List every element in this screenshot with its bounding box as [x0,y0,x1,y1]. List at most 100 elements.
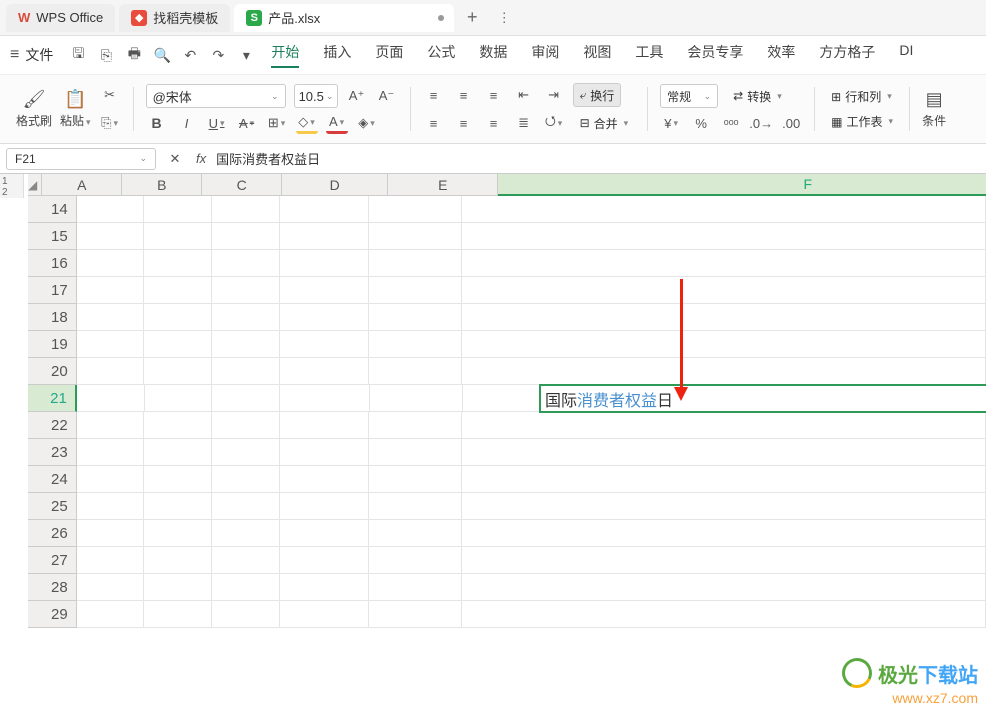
cell[interactable] [369,466,462,493]
row-header[interactable]: 15 [28,223,77,250]
cell[interactable] [369,412,462,439]
row-header[interactable]: 18 [28,304,77,331]
name-box[interactable]: F21⌄ [6,148,156,170]
undo-icon[interactable]: ↶ [179,44,201,66]
cell[interactable] [369,196,462,223]
tab-review[interactable]: 审阅 [531,42,559,68]
row-header[interactable]: 25 [28,493,77,520]
cell[interactable] [77,250,145,277]
cell[interactable] [212,223,280,250]
cell[interactable] [369,223,462,250]
currency-icon[interactable]: ¥▾ [660,112,682,134]
cell[interactable] [462,250,986,277]
cell[interactable] [280,331,370,358]
add-tab-button[interactable]: + [458,4,486,32]
fx-icon[interactable]: fx [196,151,206,166]
row-header[interactable]: 17 [28,277,77,304]
cell[interactable] [144,277,212,304]
cell[interactable] [280,439,370,466]
cell[interactable] [462,304,986,331]
font-color-button[interactable]: A▾ [326,112,348,134]
col-header-C[interactable]: C [202,174,282,196]
cell[interactable] [144,439,212,466]
cell[interactable] [212,358,280,385]
comma-icon[interactable]: ᵒᵒᵒ [720,112,742,134]
cell[interactable] [77,574,145,601]
cell[interactable] [369,439,462,466]
cell[interactable] [280,358,370,385]
save-icon[interactable]: 🖫 [67,44,89,66]
cell[interactable] [144,358,212,385]
cell[interactable] [280,547,370,574]
cell[interactable] [144,331,212,358]
cell[interactable] [280,304,370,331]
row-header[interactable]: 26 [28,520,77,547]
bold-button[interactable]: B [146,112,168,134]
cell[interactable] [462,547,986,574]
align-right-icon[interactable]: ≡ [483,112,505,134]
cell[interactable] [280,466,370,493]
tab-view[interactable]: 视图 [583,42,611,68]
align-top-icon[interactable]: ≡ [423,84,445,106]
col-header-F[interactable]: F [498,174,986,196]
cell[interactable] [369,547,462,574]
cell[interactable] [462,277,986,304]
preview-icon[interactable]: 🔍 [151,44,173,66]
tab-page[interactable]: 页面 [375,42,403,68]
col-header-D[interactable]: D [282,174,388,196]
tab-tools[interactable]: 工具 [635,42,663,68]
cell[interactable] [369,358,462,385]
percent-icon[interactable]: % [690,112,712,134]
print-icon[interactable]: 🖶 [123,44,145,66]
cell[interactable] [212,601,280,628]
cell[interactable] [462,358,986,385]
cell[interactable] [212,547,280,574]
cell[interactable] [280,493,370,520]
tab-insert[interactable]: 插入 [323,42,351,68]
underline-button[interactable]: U▾ [206,112,228,134]
clear-format-button[interactable]: ◈▾ [356,112,378,134]
copy-icon[interactable]: ⎘▾ [99,112,121,134]
wrap-text-button[interactable]: ⤶换行 [573,83,622,107]
indent-increase-icon[interactable]: ⇥ [543,84,565,106]
cell[interactable] [369,331,462,358]
cell[interactable] [212,277,280,304]
cell[interactable] [369,493,462,520]
cell[interactable] [462,412,986,439]
decimal-inc-icon[interactable]: .0→ [750,112,772,134]
col-header-B[interactable]: B [122,174,202,196]
hamburger-icon[interactable]: ≡ [10,46,19,64]
paste-button[interactable]: 📋粘贴▾ [60,89,91,129]
cell[interactable] [77,358,145,385]
col-header-A[interactable]: A [42,174,122,196]
cell[interactable] [77,439,145,466]
cell[interactable] [369,601,462,628]
cell[interactable] [77,520,145,547]
cell[interactable] [212,250,280,277]
cell[interactable] [144,547,212,574]
row-header[interactable]: 29 [28,601,77,628]
cell[interactable] [280,385,370,412]
cell[interactable] [77,547,145,574]
tab-document[interactable]: S 产品.xlsx [234,4,454,32]
cell[interactable] [462,574,986,601]
cell[interactable] [369,277,462,304]
cell[interactable] [369,250,462,277]
tab-di[interactable]: DI [899,42,913,68]
row-header[interactable]: 14 [28,196,77,223]
cell[interactable] [77,304,145,331]
cell[interactable] [144,196,212,223]
cell[interactable] [370,385,463,412]
tab-menu-button[interactable]: ⋮ [490,4,518,32]
cell[interactable] [212,466,280,493]
align-justify-icon[interactable]: ≣ [513,112,535,134]
row-header[interactable]: 23 [28,439,77,466]
indent-decrease-icon[interactable]: ⇤ [513,84,535,106]
cell[interactable] [212,574,280,601]
tab-formula[interactable]: 公式 [427,42,455,68]
cell[interactable] [369,520,462,547]
font-size-select[interactable]: 10.5⌄ [294,84,338,108]
cell[interactable] [144,250,212,277]
cell[interactable] [462,601,986,628]
row-header[interactable]: 20 [28,358,77,385]
